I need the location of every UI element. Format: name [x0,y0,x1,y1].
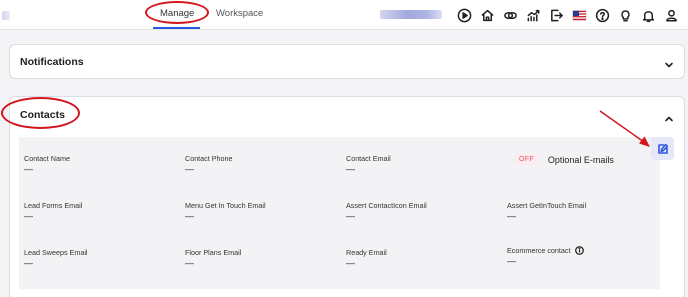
chevron-up-icon[interactable] [664,111,674,122]
pencil-icon [657,143,668,154]
field-label: Assert ContactIcon Email [346,201,427,210]
contacts-section: Contacts Contact Name — Contact Phone — … [9,96,685,297]
annotation-circle-manage [145,1,209,24]
status-badge: OFF [514,154,539,165]
field-label: Assert GetInTouch Email [507,201,587,210]
field-contact-name: Contact Name — [24,154,70,174]
chevron-down-icon[interactable] [664,57,674,68]
field-value: — [24,164,33,174]
bell-icon[interactable] [637,6,660,24]
field-value: — [346,164,355,174]
field-label: Ready Email [346,248,387,257]
field-assert-contacticon-email: Assert ContactIcon Email — [346,201,427,221]
field-value: — [185,164,194,174]
contacts-panel: Contact Name — Contact Phone — Contact E… [19,137,660,289]
user-icon[interactable] [660,6,683,24]
field-value: — [24,258,33,268]
chart-icon[interactable] [522,6,545,24]
us-flag-icon[interactable] [568,6,591,24]
field-label-with-info: Ecommerce contact [507,246,584,255]
field-ecommerce-contact: Ecommerce contact — [507,246,584,266]
toolbar-icons [453,6,683,24]
top-bar: Manage Workspace [0,0,688,30]
field-label: Floor Plans Email [185,248,242,257]
home-icon[interactable] [476,6,499,24]
field-label: Contact Name [24,154,70,163]
field-label: Lead Sweeps Email [24,248,88,257]
field-label: Ecommerce contact [507,246,571,255]
field-label: Contact Phone [185,154,233,163]
field-label: Menu Get In Touch Email [185,201,266,210]
field-assert-getintouch-email: Assert GetInTouch Email — [507,201,586,221]
field-value: — [507,256,516,266]
field-floor-plans-email: Floor Plans Email — [185,248,241,268]
redacted-account-name [380,10,442,19]
field-label: Contact Email [346,154,391,163]
field-lead-sweeps-email: Lead Sweeps Email — [24,248,88,268]
field-contact-email: Contact Email — [346,154,391,174]
field-value: — [185,258,194,268]
field-value: — [507,211,516,221]
optional-emails-label: Optional E-mails [547,154,614,165]
field-value: — [185,211,194,221]
optional-emails-toggle[interactable]: OFF Optional E-mails [514,154,614,165]
tab-workspace[interactable]: Workspace [216,8,263,19]
field-value: — [346,211,355,221]
bulb-icon[interactable] [614,6,637,24]
info-icon[interactable] [574,246,584,255]
field-lead-forms-email: Lead Forms Email — [24,201,82,221]
active-tab-indicator [153,27,200,29]
help-icon[interactable] [591,6,614,24]
field-contact-phone: Contact Phone — [185,154,233,174]
annotation-arrow [599,110,650,147]
link-icon[interactable] [499,6,522,24]
redacted-logo [2,11,10,20]
field-label: Lead Forms Email [24,201,83,210]
field-value: — [24,211,33,221]
section-title-notifications: Notifications [20,56,84,68]
field-menu-get-in-touch-email: Menu Get In Touch Email — [185,201,266,221]
notifications-section[interactable]: Notifications [9,44,685,79]
field-value: — [346,258,355,268]
field-ready-email: Ready Email — [346,248,387,268]
logout-icon[interactable] [545,6,568,24]
play-icon[interactable] [453,6,476,24]
annotation-circle-contacts [1,97,80,129]
edit-button[interactable] [651,137,674,160]
